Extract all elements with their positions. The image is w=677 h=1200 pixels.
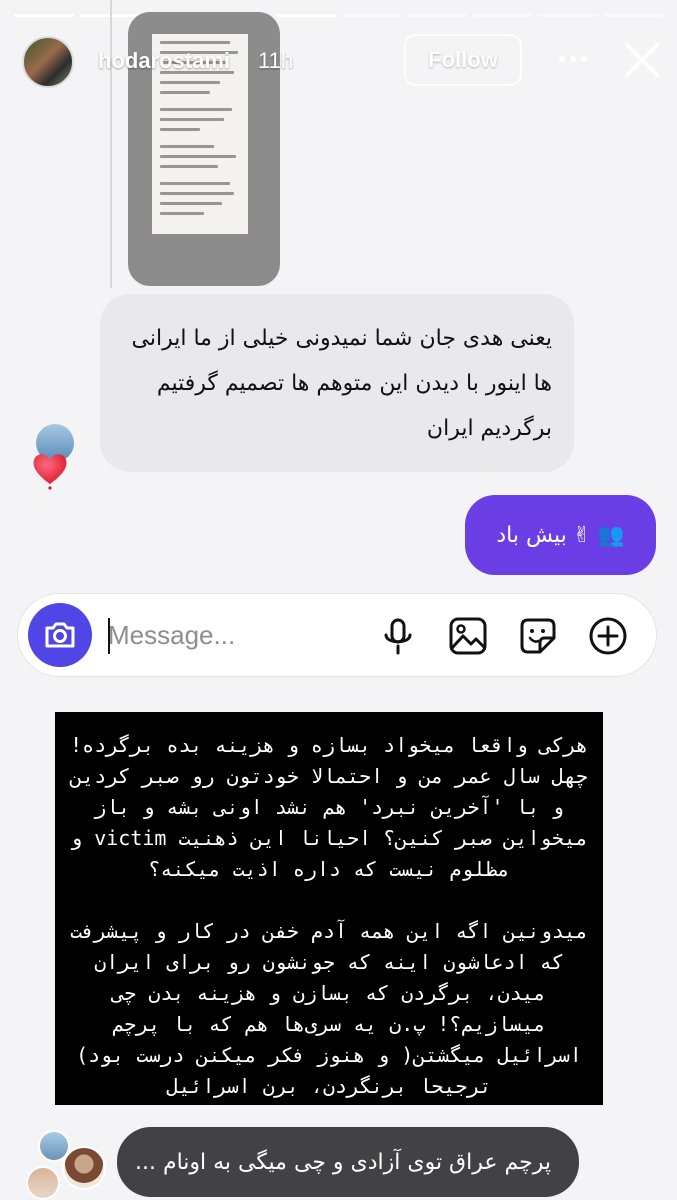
reply-author-avatar[interactable] xyxy=(62,1146,106,1190)
story-progress-segment xyxy=(341,14,401,17)
story-progress-segment xyxy=(538,14,598,17)
viewer-avatar[interactable] xyxy=(26,1166,60,1200)
story-progress-segment xyxy=(603,14,663,17)
more-horizontal-icon[interactable] xyxy=(556,44,590,74)
story-progress-segment xyxy=(14,14,74,17)
story-text-card: هرکی واقعا میخواد بسازه و هزینه بده برگر… xyxy=(55,712,603,1105)
follow-button[interactable]: Follow xyxy=(404,34,522,86)
username[interactable]: hodarostami xyxy=(98,48,230,74)
gallery-icon[interactable] xyxy=(446,614,490,658)
plus-circle-icon[interactable] xyxy=(586,614,630,658)
story-header: hodarostami 11h Follow xyxy=(0,30,677,94)
message-input[interactable] xyxy=(108,614,348,656)
heart-reaction-icon xyxy=(33,454,67,490)
victory-hand-icon: ✌ xyxy=(572,522,592,548)
reply-text: پرچم عراق توی آزادی و چی میگی به اونام .… xyxy=(134,1149,551,1175)
story-progress-segment xyxy=(472,14,532,17)
text-card-paragraph: هرکی واقعا میخواد بسازه و هزینه بده برگر… xyxy=(70,733,588,881)
camera-icon xyxy=(45,622,75,648)
sent-message-text: بیش باد xyxy=(496,522,567,548)
received-message-bubble[interactable]: یعنی هدی جان شما نمیدونی خیلی از ما ایرا… xyxy=(100,294,574,472)
camera-button[interactable] xyxy=(28,603,92,667)
story-progress-segment xyxy=(407,14,467,17)
sticker-icon[interactable] xyxy=(516,614,560,658)
story-progress-segment xyxy=(276,14,336,17)
close-icon[interactable] xyxy=(622,40,662,80)
avatar[interactable] xyxy=(22,36,74,88)
message-bar xyxy=(18,594,656,676)
reply-bubble[interactable]: پرچم عراق توی آزادی و چی میگی به اونام .… xyxy=(117,1127,579,1197)
people-icon: 👥 xyxy=(597,522,625,548)
sent-message-bubble[interactable]: بیش باد ✌ 👥 xyxy=(465,495,656,575)
post-time: 11h xyxy=(258,48,294,73)
microphone-icon[interactable] xyxy=(376,614,420,658)
text-card-paragraph: میدونین اگه این همه آدم خفن در کار و پیش… xyxy=(70,919,588,1098)
